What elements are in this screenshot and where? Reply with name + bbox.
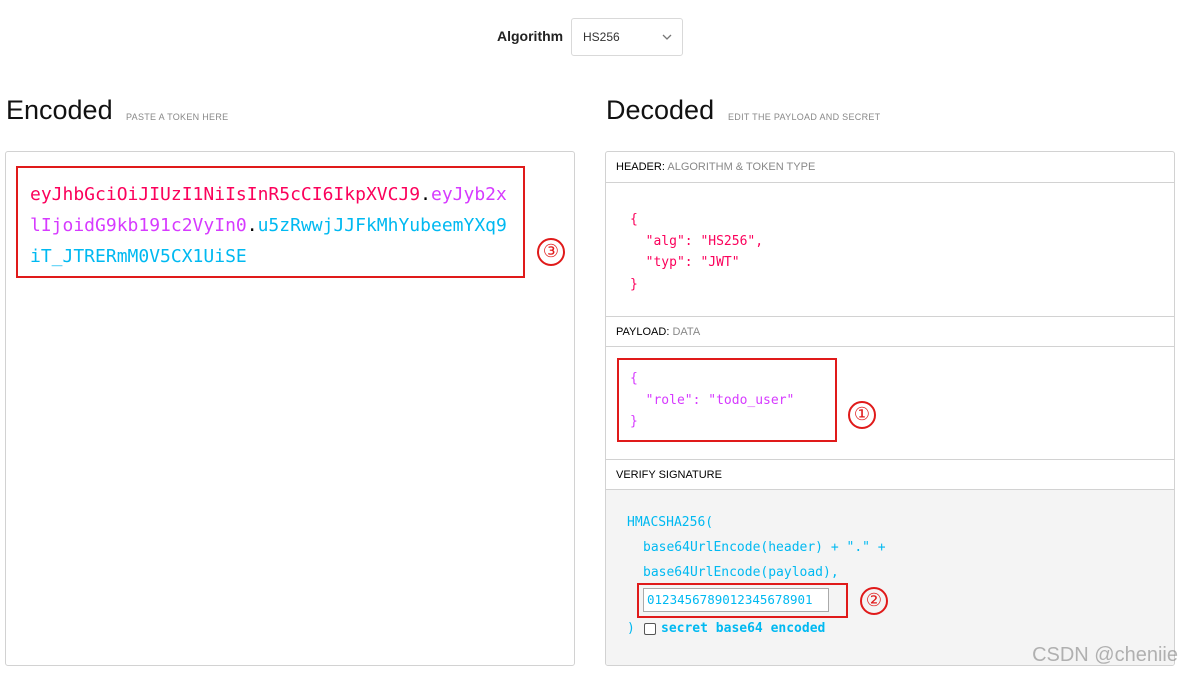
- decoded-title: Decoded: [606, 95, 715, 125]
- sig-close-paren: ): [627, 621, 635, 636]
- header-section-hint: ALGORITHM & TOKEN TYPE: [667, 161, 816, 173]
- annotation-marker-1: ①: [848, 401, 876, 429]
- algorithm-select[interactable]: HS256: [571, 18, 683, 56]
- signature-section-label: VERIFY SIGNATURE: [616, 469, 722, 481]
- annotation-marker-3: ③: [537, 238, 565, 266]
- annotation-marker-2: ②: [860, 587, 888, 615]
- annotation-box-payload: [617, 358, 837, 442]
- secret-base64-checkbox[interactable]: [644, 623, 656, 635]
- sig-payload-line: base64UrlEncode(payload),: [643, 565, 839, 580]
- watermark: CSDN @cheniie: [1032, 644, 1178, 666]
- sig-header-line: base64UrlEncode(header) + "." +: [643, 540, 886, 555]
- encoded-subtitle: PASTE A TOKEN HERE: [126, 112, 229, 122]
- annotation-box-token: [16, 166, 525, 278]
- sig-function: HMACSHA256(: [627, 515, 714, 530]
- header-json-editor[interactable]: { "alg": "HS256", "typ": "JWT" }: [630, 209, 763, 295]
- header-section-label: HEADER:: [616, 161, 665, 173]
- secret-base64-label[interactable]: secret base64 encoded: [661, 621, 825, 636]
- decoded-subtitle: EDIT THE PAYLOAD AND SECRET: [728, 112, 881, 122]
- payload-section-title: PAYLOAD: DATA: [606, 316, 1174, 347]
- algorithm-label: Algorithm: [497, 28, 564, 44]
- algorithm-selected-value: HS256: [583, 30, 620, 44]
- annotation-box-secret: [637, 583, 848, 618]
- payload-section-hint: DATA: [672, 326, 701, 338]
- chevron-down-icon: [662, 34, 672, 40]
- header-section-title: HEADER: ALGORITHM & TOKEN TYPE: [606, 152, 1174, 183]
- signature-section-title: VERIFY SIGNATURE: [606, 459, 1174, 490]
- encoded-title: Encoded: [6, 95, 113, 125]
- payload-section-label: PAYLOAD:: [616, 326, 670, 338]
